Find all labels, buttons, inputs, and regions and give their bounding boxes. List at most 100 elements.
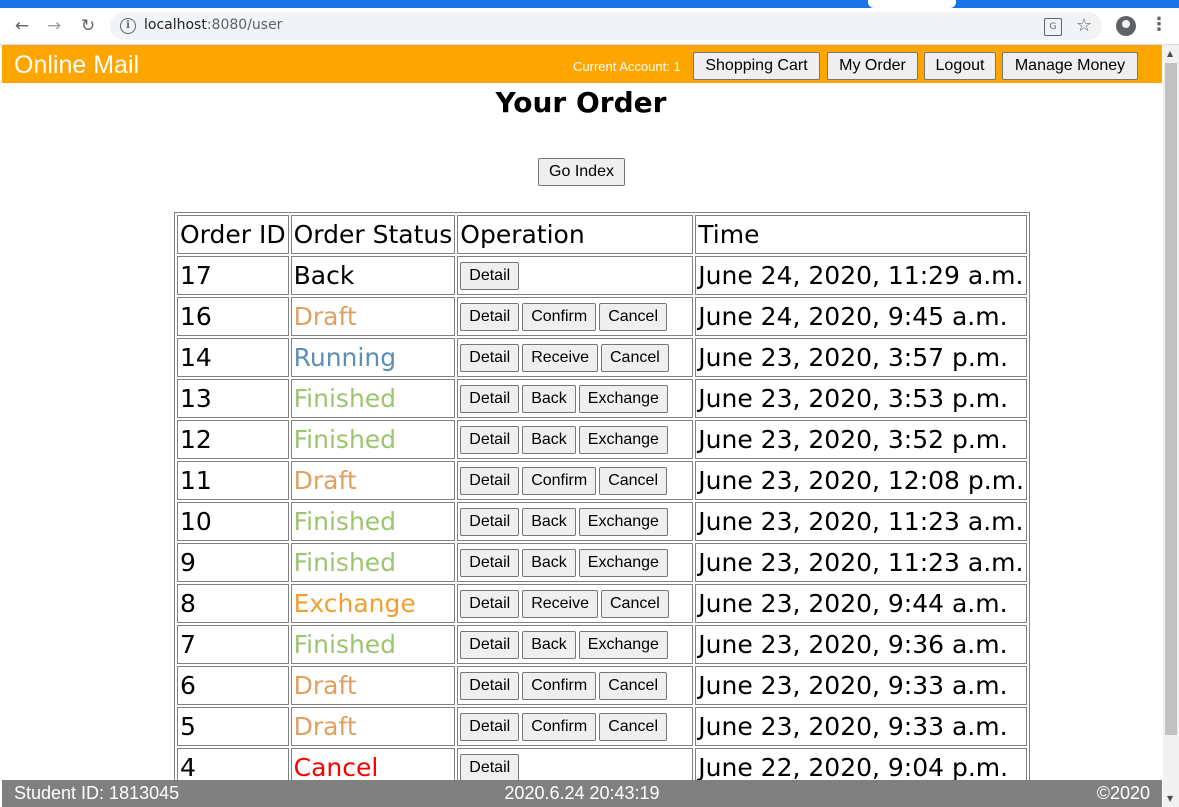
profile-avatar-icon[interactable]	[1116, 16, 1136, 36]
detail-button[interactable]: Detail	[460, 671, 520, 700]
vertical-scrollbar[interactable]: ▲ ▼	[1163, 45, 1179, 807]
table-header-row: Order ID Order Status Operation Time	[177, 215, 1028, 254]
confirm-button[interactable]: Confirm	[522, 712, 597, 741]
operation-cell: Detail Back Exchange	[457, 420, 694, 459]
cancel-button[interactable]: Cancel	[601, 589, 669, 618]
confirm-button[interactable]: Confirm	[522, 466, 597, 495]
order-status-cell: Draft	[290, 707, 456, 746]
back-button[interactable]: Back	[522, 548, 576, 577]
url-host: localhost	[144, 17, 207, 33]
forward-arrow-icon[interactable]: →	[42, 14, 66, 38]
info-icon[interactable]: i	[120, 18, 136, 34]
operation-cell: Detail Back Exchange	[457, 502, 694, 541]
footer-datetime: 2020.6.24 20:43:19	[504, 783, 660, 803]
detail-button[interactable]: Detail	[460, 589, 520, 618]
order-status-cell: Draft	[290, 461, 456, 500]
table-row: 11 Draft Detail Confirm Cancel June 23, 2020,…	[177, 461, 1028, 500]
receive-button[interactable]: Receive	[522, 343, 598, 372]
copyright: ©2020	[1096, 783, 1150, 803]
operation-cell: Detail Confirm Cancel	[457, 461, 694, 500]
brand-title[interactable]: Online Mail	[14, 51, 139, 80]
order-id-cell: 16	[177, 297, 289, 336]
order-id-cell: 11	[177, 461, 289, 500]
cancel-button[interactable]: Cancel	[599, 466, 668, 495]
detail-button[interactable]: Detail	[460, 712, 520, 741]
order-id-cell: 10	[177, 502, 289, 541]
exchange-button[interactable]: Exchange	[578, 384, 668, 413]
reload-icon[interactable]: ↻	[76, 14, 100, 38]
translate-icon[interactable]: G	[1044, 18, 1062, 36]
detail-button[interactable]: Detail	[460, 753, 520, 782]
order-id-cell: 6	[177, 666, 289, 705]
order-id-cell: 12	[177, 420, 289, 459]
table-row: 9 Finished Detail Back Exchange June 23, 2020…	[177, 543, 1028, 582]
back-button[interactable]: Back	[522, 425, 576, 454]
order-time-cell: June 23, 2020, 9:36 a.m.	[695, 625, 1028, 664]
operation-cell: Detail	[457, 256, 694, 295]
order-id-cell: 17	[177, 256, 289, 295]
exchange-button[interactable]: Exchange	[578, 507, 668, 536]
order-status-cell: Finished	[290, 543, 456, 582]
order-time-cell: June 23, 2020, 12:08 p.m.	[695, 461, 1028, 500]
confirm-button[interactable]: Confirm	[522, 302, 597, 331]
table-row: 17 Back Detail June 24, 2020, 11:29 a.m.	[177, 256, 1028, 295]
table-row: 14 Running Detail Receive Cancel June 23, 202…	[177, 338, 1028, 377]
order-table-body: 17 Back Detail June 24, 2020, 11:29 a.m. 16 D…	[177, 256, 1028, 787]
exchange-button[interactable]: Exchange	[578, 548, 668, 577]
operation-cell: Detail Back Exchange	[457, 543, 694, 582]
go-index-button[interactable]: Go Index	[538, 158, 625, 186]
cancel-button[interactable]: Cancel	[599, 671, 668, 700]
back-button[interactable]: Back	[522, 507, 576, 536]
detail-button[interactable]: Detail	[460, 630, 520, 659]
scroll-down-icon[interactable]: ▼	[1167, 794, 1173, 803]
order-status-cell: Finished	[290, 625, 456, 664]
detail-button[interactable]: Detail	[460, 343, 520, 372]
order-id-cell: 14	[177, 338, 289, 377]
address-url[interactable]: localhost:8080/user	[144, 17, 282, 33]
receive-button[interactable]: Receive	[522, 589, 598, 618]
exchange-button[interactable]: Exchange	[578, 425, 668, 454]
cancel-button[interactable]: Cancel	[599, 302, 668, 331]
address-bar[interactable]: i localhost:8080/user	[110, 12, 1102, 40]
tab-strip	[0, 0, 1179, 8]
scroll-up-icon[interactable]: ▲	[1167, 49, 1173, 58]
operation-cell: Detail Back Exchange	[457, 625, 694, 664]
detail-button[interactable]: Detail	[460, 425, 520, 454]
order-time-cell: June 23, 2020, 9:33 a.m.	[695, 666, 1028, 705]
bookmark-star-icon[interactable]: ☆	[1076, 15, 1092, 36]
cancel-button[interactable]: Cancel	[599, 712, 668, 741]
table-row: 13 Finished Detail Back Exchange June 23, 202…	[177, 379, 1028, 418]
operation-cell: Detail Confirm Cancel	[457, 666, 694, 705]
table-row: 10 Finished Detail Back Exchange June 23, 202…	[177, 502, 1028, 541]
detail-button[interactable]: Detail	[460, 261, 520, 290]
back-button[interactable]: Back	[522, 630, 576, 659]
order-time-cell: June 23, 2020, 3:57 p.m.	[695, 338, 1028, 377]
shopping-cart-button[interactable]: Shopping Cart	[693, 52, 820, 80]
operation-cell: Detail Receive Cancel	[457, 584, 694, 623]
operation-cell: Detail Confirm Cancel	[457, 297, 694, 336]
order-time-cell: June 23, 2020, 3:52 p.m.	[695, 420, 1028, 459]
order-table: Order ID Order Status Operation Time 17 B…	[174, 212, 1031, 790]
table-row: 12 Finished Detail Back Exchange June 23, 202…	[177, 420, 1028, 459]
more-menu-icon[interactable]: ⋮	[1150, 14, 1168, 35]
cancel-button[interactable]: Cancel	[601, 343, 669, 372]
detail-button[interactable]: Detail	[460, 466, 520, 495]
site-footer: Student ID: 1813045 2020.6.24 20:43:19 ©…	[2, 780, 1162, 807]
back-button[interactable]: Back	[522, 384, 576, 413]
back-arrow-icon[interactable]: ←	[10, 14, 34, 38]
exchange-button[interactable]: Exchange	[578, 630, 668, 659]
detail-button[interactable]: Detail	[460, 507, 520, 536]
table-row: 6 Draft Detail Confirm Cancel June 23, 2020, …	[177, 666, 1028, 705]
url-path: :8080/user	[206, 17, 283, 33]
scrollbar-thumb[interactable]	[1165, 63, 1177, 735]
order-status-cell: Running	[290, 338, 456, 377]
header-order-id: Order ID	[177, 215, 289, 254]
manage-money-button[interactable]: Manage Money	[1002, 52, 1138, 80]
detail-button[interactable]: Detail	[460, 548, 520, 577]
logout-button[interactable]: Logout	[924, 52, 996, 80]
confirm-button[interactable]: Confirm	[522, 671, 597, 700]
my-order-button[interactable]: My Order	[827, 52, 918, 80]
detail-button[interactable]: Detail	[460, 384, 520, 413]
active-tab[interactable]	[868, 0, 956, 8]
detail-button[interactable]: Detail	[460, 302, 520, 331]
